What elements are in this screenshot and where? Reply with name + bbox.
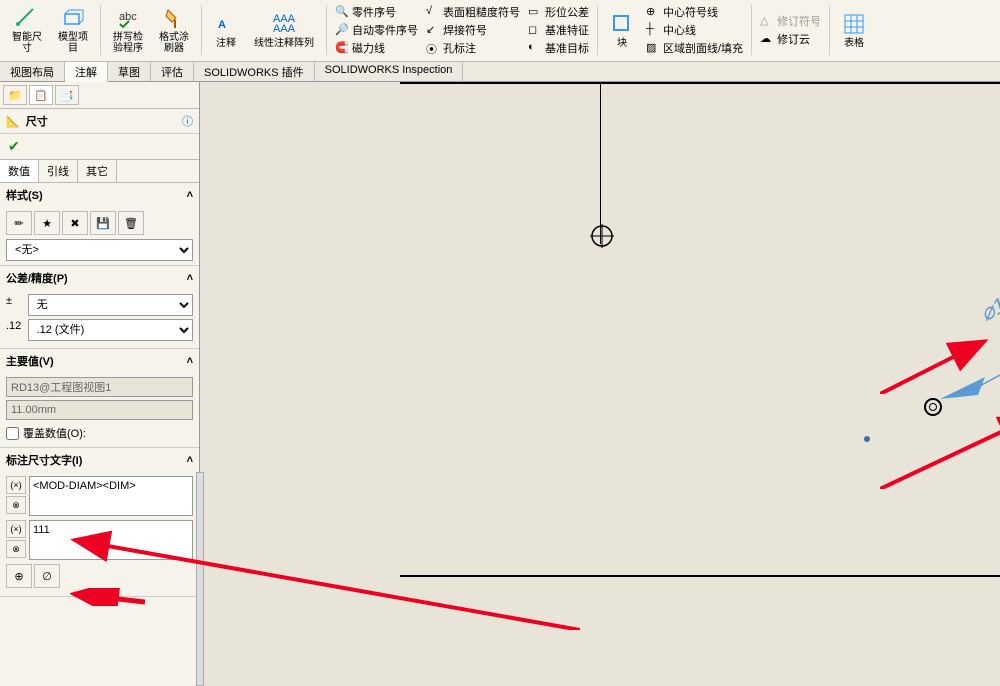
subtab-value[interactable]: 数值: [0, 160, 39, 182]
tolerance-header[interactable]: 公差/精度(P)˄: [0, 266, 199, 290]
panel-title: 尺寸: [26, 113, 48, 129]
config-tab[interactable]: 📑: [55, 85, 79, 105]
tab-annotation[interactable]: 注解: [65, 62, 108, 82]
precision-dropdown[interactable]: .12 (文件): [28, 319, 193, 341]
insert-above-button[interactable]: (×): [6, 476, 26, 494]
style-delete-button[interactable]: 🗑: [118, 211, 144, 235]
dimension-leader[interactable]: [940, 377, 1000, 507]
style-save-button[interactable]: 💾: [90, 211, 116, 235]
property-tab[interactable]: 📋: [29, 85, 53, 105]
precision-icon: .12: [6, 320, 24, 340]
center-line-button[interactable]: ┼中心线: [646, 21, 696, 39]
area-hatch-button[interactable]: ▨区域剖面线/填充: [646, 39, 743, 57]
chevron-up-icon: ˄: [187, 189, 193, 201]
chevron-up-icon: ˄: [187, 272, 193, 284]
datum-target-button[interactable]: ◐基准目标: [528, 39, 589, 57]
tab-sw-inspection[interactable]: SOLIDWORKS Inspection: [315, 62, 464, 81]
primary-value-field[interactable]: [6, 400, 193, 420]
center-mark-button[interactable]: ⊕中心符号线: [646, 3, 718, 21]
auto-part-number-button[interactable]: 🔎自动零件序号: [335, 21, 418, 39]
primary-value-header[interactable]: 主要值(V)˄: [0, 349, 199, 373]
tables-button[interactable]: 表格: [836, 2, 872, 58]
feature-tree-tab[interactable]: 📁: [3, 85, 27, 105]
part-number-button[interactable]: 🔍零件序号: [335, 3, 396, 21]
dim-upper-text[interactable]: ⌀11: [976, 287, 1000, 327]
format-painter-button[interactable]: 格式涂 刷器: [153, 2, 195, 58]
tab-view-layout[interactable]: 视图布局: [0, 62, 65, 81]
ribbon-toolbar: 智能尺 寸 模型项 目 abc拼写检 验程序 格式涂 刷器 A注释 AAAAAA…: [0, 0, 1000, 62]
origin-marker: [590, 224, 614, 248]
style-add-button[interactable]: ★: [34, 211, 60, 235]
chevron-up-icon: ˄: [187, 355, 193, 367]
drawing-canvas[interactable]: 🔍 🔎 ↶ ✂ ▦ ▾ ⌀11 111: [200, 82, 1000, 686]
panel-resize-handle[interactable]: [196, 472, 204, 686]
surface-finish-button[interactable]: √表面粗糙度符号: [426, 3, 520, 21]
style-header[interactable]: 样式(S)˄: [0, 183, 199, 207]
style-update-button[interactable]: ✖: [62, 211, 88, 235]
intelli-dim-button[interactable]: 智能尺 寸: [6, 2, 48, 58]
tab-evaluate[interactable]: 评估: [151, 62, 194, 81]
datum-feature-button[interactable]: ◻基准特征: [528, 21, 589, 39]
drawing-sheet: ⌀11 111: [400, 82, 1000, 577]
insert-center-button[interactable]: ⊗: [6, 496, 26, 514]
block-button[interactable]: 块: [604, 2, 640, 58]
linear-note-button[interactable]: AAAAAA线性注释阵列: [248, 2, 320, 58]
spell-check-button[interactable]: abc拼写检 验程序: [107, 2, 149, 58]
symbol-button[interactable]: ∅: [34, 564, 60, 588]
justify-button[interactable]: ⊕: [6, 564, 32, 588]
weld-symbol-button[interactable]: ↙焊接符号: [426, 21, 487, 39]
tab-sw-addins[interactable]: SOLIDWORKS 插件: [194, 62, 315, 81]
dim-text-template[interactable]: [29, 476, 193, 516]
chevron-up-icon: ˄: [187, 454, 193, 466]
vertical-axis: [600, 84, 601, 244]
model-items-button[interactable]: 模型项 目: [52, 2, 94, 58]
primary-name-field[interactable]: [6, 377, 193, 397]
subtab-leader[interactable]: 引线: [39, 160, 78, 182]
tab-sketch[interactable]: 草图: [108, 62, 151, 81]
annotation-button[interactable]: A注释: [208, 2, 244, 58]
hole-callout-button[interactable]: ⦿孔标注: [426, 39, 476, 57]
magnetic-line-button[interactable]: 🧲磁力线: [335, 39, 385, 57]
property-manager[interactable]: 📁 📋 📑 📐 尺寸 ⓘ ✔ 数值 引线 其它 样式(S)˄ ✏ ★ ✖ 💾 🗑…: [0, 82, 200, 686]
ok-check[interactable]: ✔: [0, 134, 199, 159]
svg-text:A: A: [218, 19, 226, 31]
override-label: 覆盖数值(O):: [23, 425, 86, 441]
tolerance-type-dropdown[interactable]: 无: [28, 294, 193, 316]
tolerance-type-icon: ±: [6, 295, 24, 315]
dimension-icon: 📐: [6, 115, 20, 128]
help-icon[interactable]: ⓘ: [182, 113, 193, 129]
command-tabs: 视图布局 注解 草图 评估 SOLIDWORKS 插件 SOLIDWORKS I…: [0, 62, 1000, 82]
dim-text-header[interactable]: 标注尺寸文字(I)˄: [0, 448, 199, 472]
style-load-button[interactable]: ✏: [6, 211, 32, 235]
panel-title-bar: 📐 尺寸 ⓘ: [0, 109, 199, 134]
subtab-other[interactable]: 其它: [78, 160, 117, 182]
revision-symbol-button[interactable]: △修订符号: [760, 12, 821, 30]
endpoint-dot[interactable]: [864, 436, 870, 442]
override-checkbox[interactable]: [6, 427, 19, 440]
revision-cloud-button[interactable]: ☁修订云: [760, 30, 810, 48]
insert-below-button[interactable]: (×): [6, 520, 26, 538]
dim-text-extra[interactable]: [29, 520, 193, 560]
insert-extra-button[interactable]: ⊗: [6, 540, 26, 558]
style-dropdown[interactable]: <无>: [6, 239, 193, 261]
svg-text:AAA: AAA: [273, 23, 296, 35]
geo-tolerance-button[interactable]: ▭形位公差: [528, 3, 589, 21]
